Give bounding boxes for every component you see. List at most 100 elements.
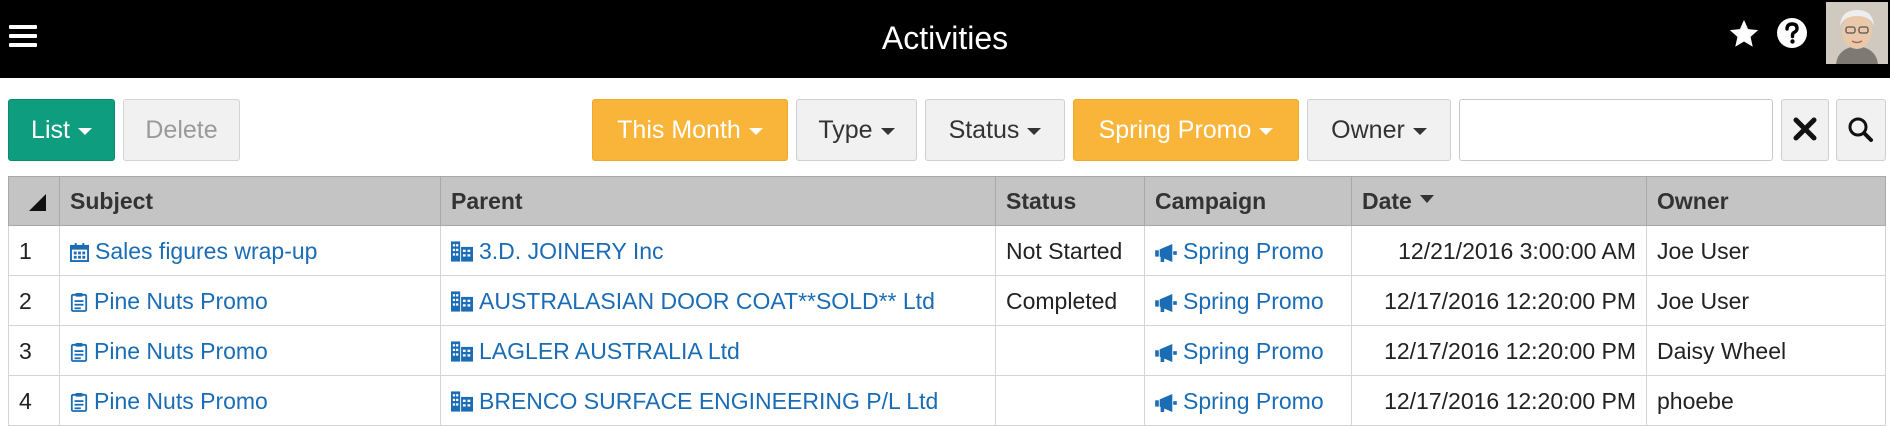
table-row[interactable]: 4 Pine Nuts Promo BRENCO SURFACE ENGINEE…: [8, 376, 1886, 426]
subject-cell: Pine Nuts Promo: [60, 276, 441, 325]
campaign-text: Spring Promo: [1183, 338, 1324, 364]
campaign-link[interactable]: Spring Promo: [1155, 388, 1324, 414]
corner-triangle-icon: [29, 194, 46, 211]
chevron-down-icon: [1412, 127, 1427, 135]
megaphone-icon: [1155, 394, 1177, 412]
subject-link[interactable]: Pine Nuts Promo: [70, 288, 268, 314]
campaign-text: Spring Promo: [1183, 388, 1324, 414]
owner-cell: Daisy Wheel: [1657, 338, 1787, 364]
search-button[interactable]: [1836, 99, 1886, 161]
parent-link[interactable]: 3.D. JOINERY Inc: [451, 238, 664, 264]
subject-link[interactable]: Sales figures wrap-up: [70, 238, 317, 264]
megaphone-icon: [1155, 344, 1177, 362]
search-input[interactable]: [1459, 99, 1773, 161]
status-cell: Completed: [996, 276, 1145, 325]
campaign-cell: Spring Promo: [1145, 326, 1352, 375]
star-icon[interactable]: [1727, 17, 1761, 51]
search-icon: [1848, 117, 1873, 142]
status-cell: Not Started: [996, 226, 1145, 275]
table-row[interactable]: 2 Pine Nuts Promo AUSTRALASIAN DOOR COAT…: [8, 276, 1886, 326]
building-icon: [451, 341, 473, 362]
delete-label: Delete: [145, 116, 218, 144]
status-cell: [996, 376, 1145, 425]
select-all-corner[interactable]: [9, 177, 60, 225]
campaign-link[interactable]: Spring Promo: [1155, 338, 1324, 364]
calendar-icon: [70, 243, 89, 262]
table-row[interactable]: 3 Pine Nuts Promo LAGLER AUSTRALIA Ltd S…: [8, 326, 1886, 376]
column-header-owner[interactable]: Owner: [1647, 177, 1886, 225]
owner-cell: Joe User: [1657, 288, 1750, 314]
hamburger-menu-icon[interactable]: [9, 25, 37, 47]
megaphone-icon: [1155, 294, 1177, 312]
column-header-status[interactable]: Status: [996, 177, 1145, 225]
type-filter-button[interactable]: Type: [796, 99, 917, 161]
column-header-date[interactable]: Date: [1352, 177, 1647, 225]
parent-link[interactable]: LAGLER AUSTRALIA Ltd: [451, 338, 740, 364]
column-header-parent[interactable]: Parent: [441, 177, 996, 225]
parent-link[interactable]: AUSTRALASIAN DOOR COAT**SOLD** Ltd: [451, 288, 935, 314]
parent-text: LAGLER AUSTRALIA Ltd: [479, 338, 740, 364]
subject-text: Sales figures wrap-up: [95, 238, 318, 264]
row-number: 1: [9, 226, 60, 275]
list-view-button[interactable]: List: [8, 99, 115, 161]
date-filter-button[interactable]: This Month: [592, 99, 788, 161]
parent-cell: AUSTRALASIAN DOOR COAT**SOLD** Ltd: [441, 276, 996, 325]
subject-text: Pine Nuts Promo: [94, 288, 268, 314]
owner-filter-label: Owner: [1331, 116, 1405, 144]
parent-text: BRENCO SURFACE ENGINEERING P/L Ltd: [479, 388, 939, 414]
parent-cell: LAGLER AUSTRALIA Ltd: [441, 326, 996, 375]
column-header-campaign[interactable]: Campaign: [1145, 177, 1352, 225]
owner-cell: phoebe: [1657, 388, 1734, 414]
column-header-subject[interactable]: Subject: [60, 177, 441, 225]
campaign-cell: Spring Promo: [1145, 376, 1352, 425]
parent-cell: BRENCO SURFACE ENGINEERING P/L Ltd: [441, 376, 996, 425]
subject-text: Pine Nuts Promo: [94, 388, 268, 414]
campaign-filter-button[interactable]: Spring Promo: [1073, 99, 1299, 161]
sort-descending-icon: [1419, 195, 1434, 203]
clipboard-icon: [70, 292, 88, 312]
top-bar: Activities: [0, 0, 1890, 78]
campaign-cell: Spring Promo: [1145, 226, 1352, 275]
status-cell: [996, 326, 1145, 375]
status-filter-label: Status: [948, 116, 1020, 144]
column-header-date-label: Date: [1362, 188, 1412, 214]
list-view-label: List: [31, 116, 70, 144]
status-filter-button[interactable]: Status: [925, 99, 1065, 161]
row-number: 3: [9, 326, 60, 375]
date-filter-label: This Month: [617, 116, 741, 144]
parent-cell: 3.D. JOINERY Inc: [441, 226, 996, 275]
delete-button[interactable]: Delete: [123, 99, 240, 161]
clipboard-icon: [70, 342, 88, 362]
clear-search-button[interactable]: [1781, 99, 1829, 161]
subject-link[interactable]: Pine Nuts Promo: [70, 338, 268, 364]
user-avatar[interactable]: [1826, 2, 1888, 64]
table-header: Subject Parent Status Campaign Date Owne…: [8, 176, 1886, 226]
campaign-link[interactable]: Spring Promo: [1155, 288, 1324, 314]
parent-text: 3.D. JOINERY Inc: [479, 238, 664, 264]
page-title: Activities: [881, 20, 1009, 56]
date-cell: 12/17/2016 12:20:00 PM: [1352, 376, 1647, 425]
activities-table: Subject Parent Status Campaign Date Owne…: [8, 176, 1886, 426]
chevron-down-icon: [77, 127, 92, 135]
parent-link[interactable]: BRENCO SURFACE ENGINEERING P/L Ltd: [451, 388, 938, 414]
chevron-down-icon: [1027, 127, 1042, 135]
building-icon: [451, 291, 473, 312]
help-icon[interactable]: [1776, 17, 1808, 49]
date-cell: 12/17/2016 12:20:00 PM: [1352, 276, 1647, 325]
campaign-text: Spring Promo: [1183, 288, 1324, 314]
subject-cell: Pine Nuts Promo: [60, 326, 441, 375]
chevron-down-icon: [880, 127, 895, 135]
parent-text: AUSTRALASIAN DOOR COAT**SOLD** Ltd: [479, 288, 935, 314]
table-row[interactable]: 1 Sales figures wrap-up 3.D. JOINERY Inc…: [8, 226, 1886, 276]
building-icon: [451, 241, 473, 262]
megaphone-icon: [1155, 244, 1177, 262]
close-icon: [1793, 117, 1817, 141]
subject-text: Pine Nuts Promo: [94, 338, 268, 364]
type-filter-label: Type: [818, 116, 873, 144]
owner-filter-button[interactable]: Owner: [1307, 99, 1451, 161]
campaign-cell: Spring Promo: [1145, 276, 1352, 325]
campaign-link[interactable]: Spring Promo: [1155, 238, 1324, 264]
date-cell: 12/17/2016 12:20:00 PM: [1352, 326, 1647, 375]
chevron-down-icon: [748, 127, 763, 135]
subject-link[interactable]: Pine Nuts Promo: [70, 388, 268, 414]
